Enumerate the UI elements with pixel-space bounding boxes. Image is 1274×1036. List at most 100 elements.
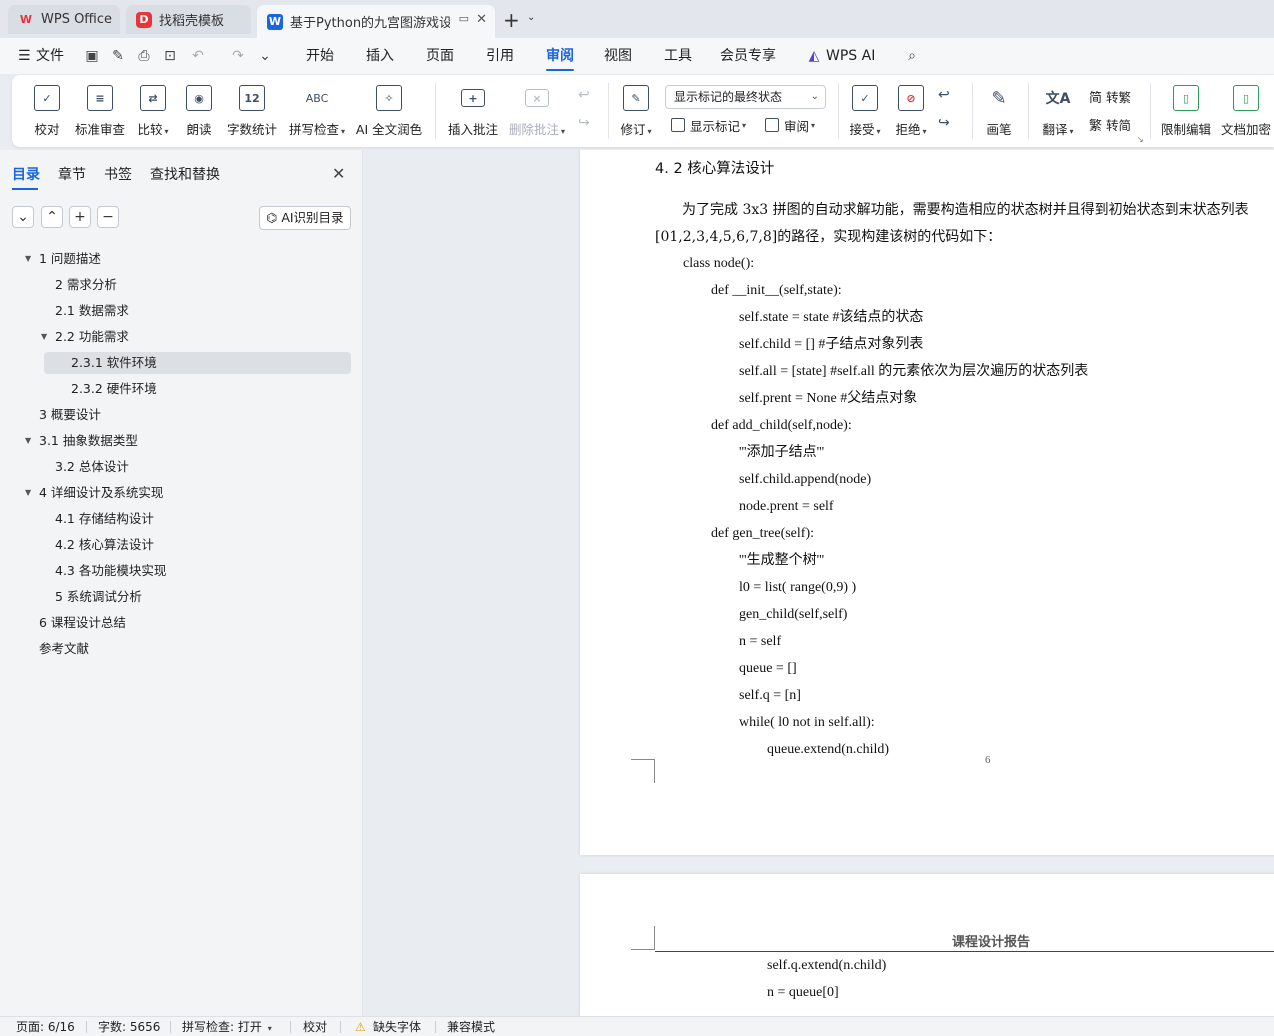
toc-item[interactable]: 3 概要设计 [39, 404, 101, 426]
toc-item[interactable]: 3.1 抽象数据类型 [39, 430, 138, 452]
toc-item[interactable]: 2 需求分析 [55, 274, 117, 296]
code-line: '''添加子结点''' [739, 445, 825, 460]
insert-comment-button[interactable]: + 插入批注 [448, 75, 498, 147]
print-preview-icon[interactable]: ⊡ [162, 48, 178, 64]
next-comment-icon[interactable]: ↪ [578, 115, 590, 131]
word-count-button[interactable]: 12 字数统计 [226, 75, 278, 147]
collapse-all-button[interactable]: ⌃ [41, 206, 63, 228]
tab-bookmarks[interactable]: 书签 [104, 164, 132, 184]
close-icon[interactable]: ✕ [476, 12, 487, 27]
close-icon[interactable]: ✕ [332, 164, 345, 183]
next-change-icon[interactable]: ↪ [938, 115, 950, 131]
more-chevron-icon[interactable]: ⌄ [257, 48, 273, 64]
ribbon-divider [435, 83, 436, 139]
toc-item[interactable]: 4.3 各功能模块实现 [55, 560, 166, 582]
tab-list-chevron-icon[interactable]: ⌄ [527, 12, 535, 23]
toc-item[interactable]: 5 系统调试分析 [55, 586, 142, 608]
prev-comment-icon[interactable]: ↩ [578, 87, 590, 103]
toc-item[interactable]: 1 问题描述 [39, 248, 101, 270]
save-icon[interactable]: ▣ [84, 48, 100, 64]
menu-page[interactable]: 页面 [426, 38, 454, 74]
compat-mode-indicator[interactable]: 兼容模式 [447, 1017, 495, 1036]
document-page[interactable]: 课程设计报告 self.q.extend(n.child) n = queue[0… [580, 874, 1274, 1016]
toc-item[interactable]: 3.2 总体设计 [55, 456, 129, 478]
toc-item[interactable]: 2.3.2 硬件环境 [71, 378, 157, 400]
toc-item[interactable]: 参考文献 [39, 638, 89, 660]
proofread-button[interactable]: ✓ 校对 [32, 75, 62, 147]
print-icon[interactable]: ⎙ [136, 48, 152, 64]
toc-item[interactable]: 4.1 存储结构设计 [55, 508, 154, 530]
toc-item[interactable]: 4.2 核心算法设计 [55, 534, 154, 556]
format-painter-icon[interactable]: ✎ [110, 48, 126, 64]
toc-item[interactable]: 2.2 功能需求 [55, 326, 129, 348]
search-icon[interactable]: ⌕ [904, 48, 920, 64]
to-traditional-button[interactable]: 简转繁 [1089, 86, 1131, 106]
menu-member[interactable]: 会员专享 [720, 38, 776, 74]
tab-current-document[interactable]: W 基于Python的九宫图游戏设计 ▭ ✕ [257, 5, 495, 38]
spell-check-indicator[interactable]: 拼写检查: 打开 ▾ [182, 1017, 272, 1036]
review-pane-button[interactable]: 审阅 ▾ [765, 115, 815, 135]
delete-comment-button[interactable]: × 删除批注 ▾ [508, 75, 566, 147]
menu-view[interactable]: 视图 [604, 38, 632, 74]
toc-collapse-arrow-icon[interactable]: ▼ [25, 430, 35, 452]
redo-icon[interactable]: ↷ [230, 48, 246, 64]
expand-all-button[interactable]: ⌄ [12, 206, 34, 228]
ai-polish-button[interactable]: ✧ AI 全文润色 [356, 75, 422, 147]
proofread-indicator[interactable]: 校对 [303, 1017, 327, 1036]
read-aloud-icon: ◉ [186, 85, 212, 111]
spell-check-button[interactable]: ABC 拼写检查 ▾ [288, 75, 346, 147]
prev-change-icon[interactable]: ↩ [938, 87, 950, 103]
code-line: self.child.append(node) [739, 472, 872, 487]
tab-docer-templates[interactable]: D 找稻壳模板 [126, 5, 251, 34]
group-expand-icon[interactable]: ↘ [1137, 135, 1144, 144]
menu-insert[interactable]: 插入 [366, 38, 394, 74]
word-doc-icon: W [267, 13, 283, 30]
new-tab-plus-icon[interactable]: + [503, 8, 520, 32]
reject-button[interactable]: ⊘ 拒绝 ▾ [892, 75, 930, 147]
tab-toc[interactable]: 目录 [12, 164, 40, 190]
add-heading-button[interactable]: + [69, 206, 91, 228]
word-count-indicator[interactable]: 字数: 5656 [98, 1017, 160, 1036]
markup-display-select[interactable]: 显示标记的最终状态 ⌄ [665, 85, 826, 109]
toc-item[interactable]: 6 课程设计总结 [39, 612, 126, 634]
monitor-icon[interactable]: ▭ [459, 12, 469, 25]
page-indicator[interactable]: 页面: 6/16 [16, 1017, 75, 1036]
menu-review[interactable]: 审阅 [546, 38, 574, 74]
toc-item[interactable]: 2.3.1 软件环境 [44, 352, 351, 374]
toc-collapse-arrow-icon[interactable]: ▼ [25, 482, 35, 504]
missing-font-indicator[interactable]: 缺失字体 [373, 1017, 421, 1036]
accept-button[interactable]: ✓ 接受 ▾ [846, 75, 884, 147]
ribbon-divider [1028, 83, 1029, 139]
ai-recognize-toc-button[interactable]: ⌬ AI识别目录 [259, 206, 351, 230]
menu-home[interactable]: 开始 [306, 38, 334, 74]
toc-collapse-arrow-icon[interactable]: ▼ [41, 326, 51, 348]
hamburger-icon[interactable]: ☰ [18, 38, 31, 74]
compare-button[interactable]: ⇄ 比较 ▾ [134, 75, 172, 147]
document-canvas: 4. 2 核心算法设计 为了完成 3x3 拼图的自动求解功能，需要构造相应的状态… [364, 150, 1274, 1016]
ribbon-divider [608, 83, 609, 139]
remove-heading-button[interactable]: − [97, 206, 119, 228]
restrict-edit-button[interactable]: ▯ 限制编辑 [1160, 75, 1212, 147]
pen-button[interactable]: ✎ 画笔 [984, 75, 1014, 147]
doc-encrypt-button[interactable]: ▯ 文档加密 [1220, 75, 1272, 147]
show-markup-button[interactable]: 显示标记 ▾ [671, 115, 746, 135]
tab-find-replace[interactable]: 查找和替换 [150, 164, 220, 184]
toc-collapse-arrow-icon[interactable]: ▼ [25, 248, 35, 270]
menu-wps-ai[interactable]: WPS AI [826, 38, 875, 74]
track-changes-button[interactable]: ✎ 修订 ▾ [618, 75, 654, 147]
toc-item[interactable]: 2.1 数据需求 [55, 300, 129, 322]
standard-review-button[interactable]: ≡ 标准审查 [74, 75, 126, 147]
tab-wps-office[interactable]: W WPS Office [8, 5, 120, 34]
code-line: self.prent = None #父结点对象 [739, 391, 918, 406]
tab-sections[interactable]: 章节 [58, 164, 86, 184]
to-simplified-button[interactable]: 繁转简 [1089, 114, 1131, 134]
document-page[interactable]: 4. 2 核心算法设计 为了完成 3x3 拼图的自动求解功能，需要构造相应的状态… [580, 150, 1274, 855]
tab-label: WPS Office [41, 12, 113, 27]
menu-file[interactable]: 文件 [36, 38, 64, 74]
translate-button[interactable]: 文A 翻译 ▾ [1040, 75, 1076, 147]
menu-tools[interactable]: 工具 [664, 38, 692, 74]
toc-item[interactable]: 4 详细设计及系统实现 [39, 482, 163, 504]
undo-icon[interactable]: ↶ [190, 48, 206, 64]
menu-references[interactable]: 引用 [486, 38, 514, 74]
read-aloud-button[interactable]: ◉ 朗读 [186, 75, 212, 147]
